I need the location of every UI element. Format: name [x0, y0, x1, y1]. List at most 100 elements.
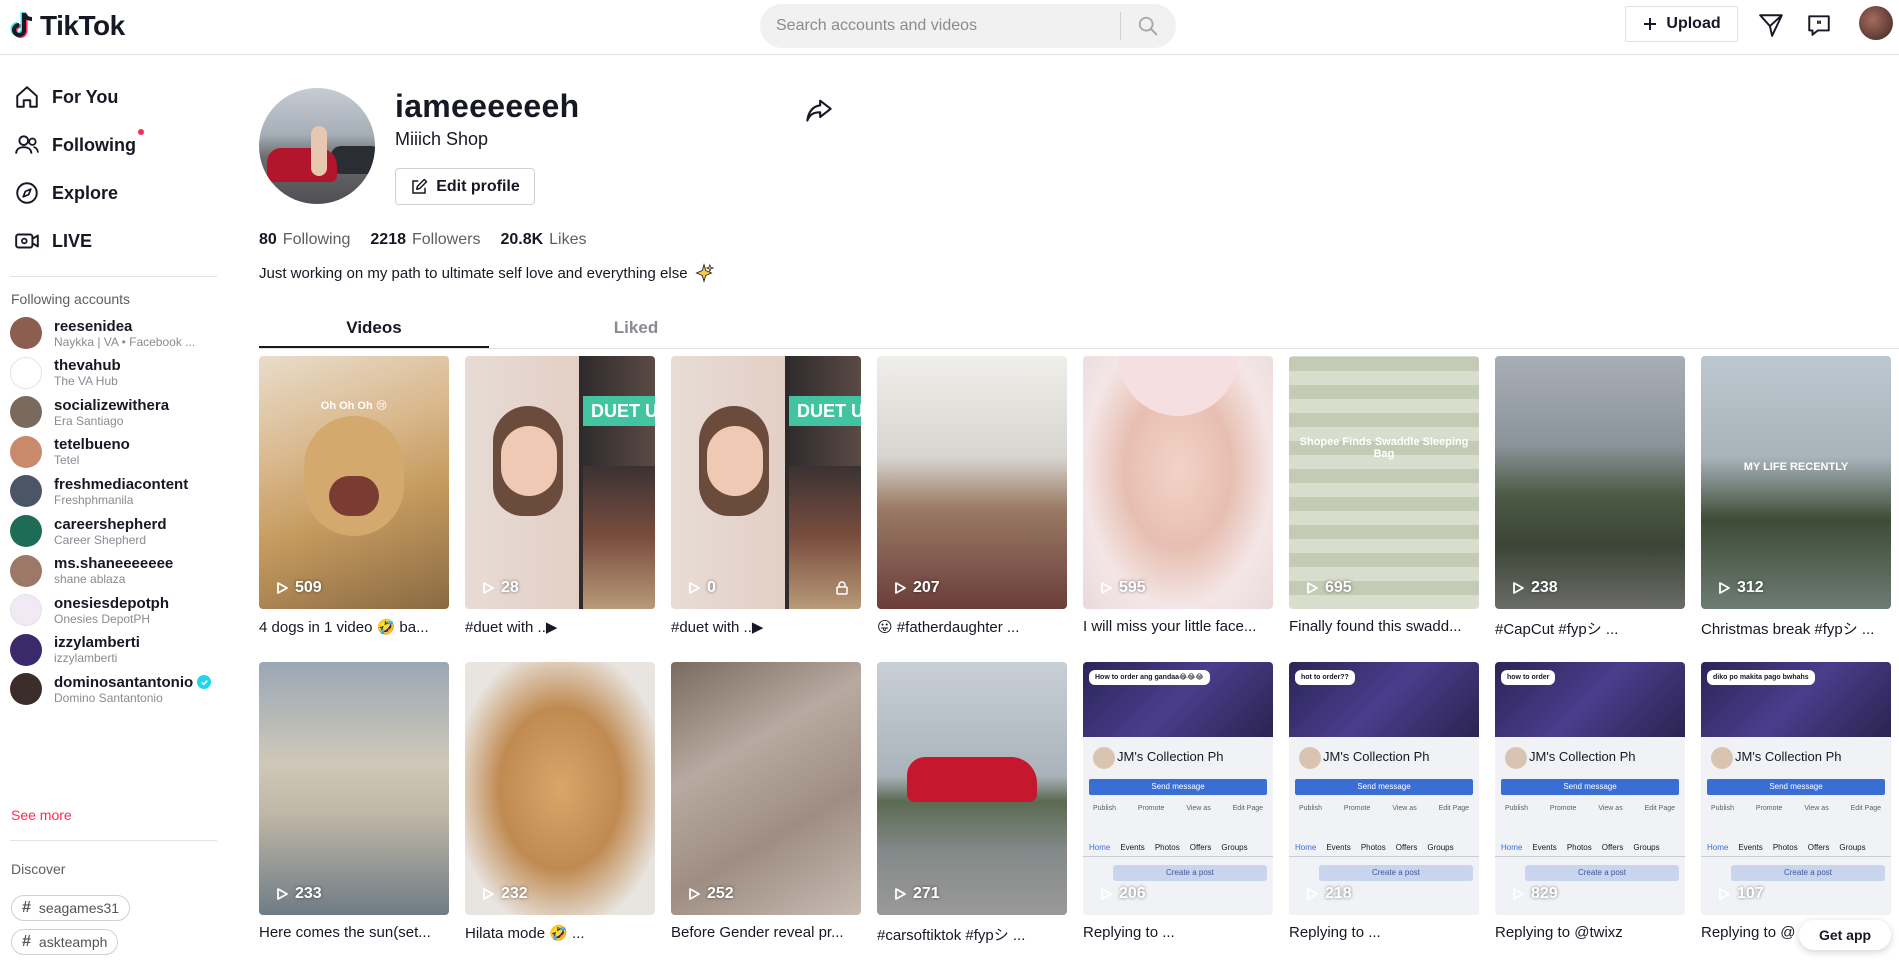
video-caption[interactable]: Here comes the sun(set... — [259, 924, 449, 941]
tiktok-logo[interactable]: TikTok — [10, 8, 125, 44]
video-thumbnail[interactable]: 207 — [877, 356, 1067, 609]
fb-tab: Events — [1120, 843, 1145, 852]
account-text: thevahub The VA Hub — [54, 357, 121, 388]
following-account-item[interactable]: reesenidea Naykka | VA • Facebook ... — [10, 311, 210, 355]
video-caption[interactable]: #carsoftiktok #fypシ ... — [877, 924, 1067, 945]
discover-tag[interactable]: # seagames31 — [11, 895, 131, 921]
following-account-item[interactable]: freshmediacontent Freshphmanila — [10, 469, 210, 513]
followers-stat[interactable]: 2218 Followers — [370, 231, 480, 249]
nav-live-label: LIVE — [52, 230, 93, 251]
video-card[interactable]: 252 Before Gender reveal pr... — [671, 662, 861, 941]
video-card[interactable]: 232 Hilata mode 🤣 ... — [465, 662, 655, 942]
search-button[interactable] — [1121, 4, 1175, 48]
video-caption[interactable]: Replying to ... — [1083, 924, 1273, 941]
bio-text: Just working on my path to ultimate self… — [259, 264, 688, 282]
video-thumbnail[interactable]: hot to order?? JM's Collection Ph Send m… — [1289, 662, 1479, 915]
video-caption[interactable]: I will miss your little face... — [1083, 618, 1273, 635]
video-card[interactable]: 233 Here comes the sun(set... — [259, 662, 449, 941]
video-caption[interactable]: #duet with ..▶ — [671, 618, 861, 636]
profile-username: iameeeeeeh — [395, 88, 580, 124]
following-account-item[interactable]: onesiesdepotph Onesies DepotPH — [10, 588, 210, 632]
following-account-item[interactable]: careershepherd Career Shepherd — [10, 509, 210, 553]
account-name: onesiesdepotph — [54, 595, 169, 612]
video-card[interactable]: 238 #CapCut #fypシ ... — [1495, 356, 1685, 639]
profile-avatar-button[interactable] — [1859, 6, 1893, 40]
people-icon — [15, 135, 39, 154]
fb-action: Edit Page — [1232, 805, 1263, 812]
video-card[interactable]: how to order JM's Collection Ph Send mes… — [1495, 662, 1685, 941]
messages-button[interactable] — [1756, 10, 1786, 40]
video-card[interactable]: 207 😛 #fatherdaughter ... — [877, 356, 1067, 636]
video-thumbnail[interactable]: 238 — [1495, 356, 1685, 609]
inbox-button[interactable] — [1804, 10, 1834, 40]
video-card[interactable]: hot to order?? JM's Collection Ph Send m… — [1289, 662, 1479, 941]
video-thumbnail[interactable]: 271 — [877, 662, 1067, 915]
video-thumbnail[interactable]: 595 — [1083, 356, 1273, 609]
tab-liked[interactable]: Liked — [521, 314, 751, 349]
video-card[interactable]: Oh Oh Oh 😢 509 4 dogs in 1 video 🤣 ba... — [259, 356, 449, 636]
video-thumbnail[interactable]: DUET U 28 — [465, 356, 655, 609]
video-thumbnail[interactable]: Shopee Finds Swaddle Sleeping Bag 695 — [1289, 356, 1479, 609]
following-account-item[interactable]: tetelbueno Tetel — [10, 430, 210, 474]
video-thumbnail[interactable]: diko po makita pago bwhahs JM's Collecti… — [1701, 662, 1891, 915]
video-caption[interactable]: 😛 #fatherdaughter ... — [877, 618, 1067, 636]
video-card[interactable]: DUET U 28 #duet with ..▶ — [465, 356, 655, 636]
play-icon — [1719, 888, 1730, 900]
video-card[interactable]: MY LIFE RECENTLY 312 Christmas break #fy… — [1701, 356, 1891, 639]
following-account-item[interactable]: socializewithera Era Santiago — [10, 390, 210, 434]
video-caption[interactable]: Before Gender reveal pr... — [671, 924, 861, 941]
following-account-item[interactable]: dominosantantonio Domino Santantonio — [10, 667, 212, 711]
play-icon — [1101, 888, 1112, 900]
get-app-button[interactable]: Get app — [1799, 920, 1891, 950]
video-caption[interactable]: #duet with ..▶ — [465, 618, 655, 636]
video-card[interactable]: Shopee Finds Swaddle Sleeping Bag 695 Fi… — [1289, 356, 1479, 635]
following-account-item[interactable]: ms.shaneeeeeee shane ablaza — [10, 549, 210, 593]
account-avatar — [10, 515, 42, 547]
fb-create-post: Create a post — [1731, 865, 1885, 881]
video-caption[interactable]: Replying to ... — [1289, 924, 1479, 941]
upload-button[interactable]: Upload — [1625, 6, 1738, 42]
account-display-name: Tetel — [54, 453, 80, 468]
video-card[interactable]: 595 I will miss your little face... — [1083, 356, 1273, 635]
fb-action: Promote — [1343, 805, 1371, 812]
video-thumbnail[interactable]: 252 — [671, 662, 861, 915]
account-username: thevahub — [54, 357, 121, 375]
video-caption[interactable]: 4 dogs in 1 video 🤣 ba... — [259, 618, 449, 636]
nav-explore[interactable]: Explore — [14, 175, 118, 211]
search-input[interactable] — [760, 17, 1120, 35]
video-caption[interactable]: Christmas break #fypシ ... — [1701, 618, 1891, 639]
video-thumbnail[interactable]: DUET U 0 — [671, 356, 861, 609]
share-icon[interactable] — [805, 96, 833, 124]
fb-action: Publish — [1299, 805, 1322, 812]
discover-tag[interactable]: # askteamph — [11, 929, 119, 955]
see-more-link[interactable]: See more — [11, 807, 72, 823]
tab-videos[interactable]: Videos — [259, 314, 489, 349]
following-account-item[interactable]: thevahub The VA Hub — [10, 351, 210, 395]
following-account-item[interactable]: izzylamberti izzylamberti — [10, 628, 210, 672]
discover-tag-label: seagames31 — [38, 900, 120, 916]
nav-live[interactable]: LIVE — [14, 223, 92, 259]
video-thumbnail[interactable]: MY LIFE RECENTLY 312 — [1701, 356, 1891, 609]
video-caption[interactable]: Replying to @twixz — [1495, 924, 1685, 941]
video-card[interactable]: 271 #carsoftiktok #fypシ ... — [877, 662, 1067, 945]
account-username: socializewithera — [54, 396, 170, 414]
video-thumbnail[interactable]: how to order JM's Collection Ph Send mes… — [1495, 662, 1685, 915]
video-caption[interactable]: Hilata mode 🤣 ... — [465, 924, 655, 942]
nav-following[interactable]: Following — [14, 127, 144, 163]
nav-for-you[interactable]: For You — [14, 79, 118, 115]
following-stat[interactable]: 80 Following — [259, 231, 350, 249]
likes-count: 20.8K — [500, 231, 544, 248]
video-caption[interactable]: Finally found this swadd... — [1289, 618, 1479, 635]
video-card[interactable]: DUET U 0 #duet with ..▶ — [671, 356, 861, 636]
fb-tab: Photos — [1154, 843, 1180, 852]
video-caption[interactable]: #CapCut #fypシ ... — [1495, 618, 1685, 639]
video-thumbnail[interactable]: 232 — [465, 662, 655, 915]
view-count: 312 — [1717, 579, 1764, 597]
video-thumbnail[interactable]: 233 — [259, 662, 449, 915]
video-card[interactable]: How to order ang gandaa😂😂😂 JM's Collecti… — [1083, 662, 1273, 941]
video-thumbnail[interactable]: How to order ang gandaa😂😂😂 JM's Collecti… — [1083, 662, 1273, 915]
video-thumbnail[interactable]: Oh Oh Oh 😢 509 — [259, 356, 449, 609]
video-card[interactable]: diko po makita pago bwhahs JM's Collecti… — [1701, 662, 1891, 941]
account-name: tetelbueno — [54, 436, 130, 453]
edit-profile-button[interactable]: Edit profile — [395, 168, 535, 205]
